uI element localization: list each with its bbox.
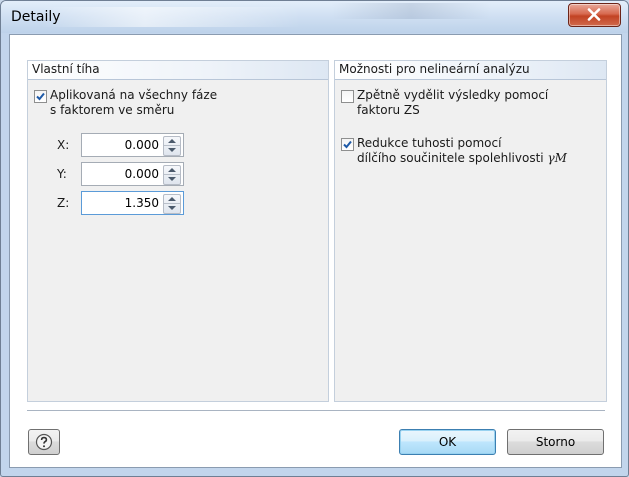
nonlinear-options-group-title: Možnosti pro nelineární analýzu bbox=[339, 62, 530, 76]
divide-results-label-line1: Zpětně vydělit výsledky pomocí bbox=[357, 88, 549, 102]
title-bar[interactable]: Detaily bbox=[1, 1, 628, 33]
axis-x-label: X: bbox=[57, 138, 70, 152]
dialog-content: Vlastní tíha Aplikovaná na všechny fáze … bbox=[9, 34, 622, 468]
cancel-button[interactable]: Storno bbox=[507, 429, 604, 455]
stiffness-reduction-checkbox[interactable] bbox=[341, 138, 354, 151]
self-weight-group: Vlastní tíha Aplikovaná na všechny fáze … bbox=[27, 60, 329, 402]
help-button[interactable] bbox=[28, 429, 60, 455]
self-weight-group-title: Vlastní tíha bbox=[32, 62, 100, 76]
dialog-window: Detaily Vlastní tíha Aplikovaná na všech… bbox=[0, 0, 629, 477]
stiffness-reduction-label-line1: Redukce tuhosti pomocí bbox=[357, 136, 502, 150]
factor-y-spin-buttons[interactable] bbox=[163, 165, 181, 185]
apply-all-phases-label-line1: Aplikovaná na všechny fáze bbox=[50, 88, 218, 102]
factor-z-spinner[interactable]: 1.350 bbox=[81, 191, 184, 215]
axis-z-label: Z: bbox=[57, 196, 70, 210]
factor-z-spin-buttons[interactable] bbox=[163, 194, 181, 214]
spin-down-icon bbox=[168, 177, 176, 181]
close-button[interactable] bbox=[568, 3, 621, 27]
footer-divider bbox=[27, 410, 605, 412]
factor-x-spinner[interactable]: 0.000 bbox=[81, 133, 184, 157]
spin-up-icon bbox=[168, 197, 176, 201]
gamma-m-symbol: γM bbox=[547, 151, 567, 165]
factor-x-value: 0.000 bbox=[124, 138, 159, 152]
self-weight-group-body: Aplikovaná na všechny fáze s faktorem ve… bbox=[28, 80, 328, 401]
axis-y-label: Y: bbox=[57, 167, 67, 181]
nonlinear-options-group: Možnosti pro nelineární analýzu Zpětně v… bbox=[334, 60, 607, 402]
factor-y-value: 0.000 bbox=[124, 167, 159, 181]
stiffness-reduction-label-line2: dílčího součinitele spolehlivosti γM bbox=[357, 151, 567, 166]
close-x-icon bbox=[587, 8, 601, 21]
factor-x-spin-buttons[interactable] bbox=[163, 136, 181, 156]
window-title: Detaily bbox=[11, 9, 61, 25]
help-question-icon bbox=[35, 433, 53, 451]
stiffness-reduction-label-text: dílčího součinitele spolehlivosti bbox=[357, 151, 544, 165]
divide-results-label-line2: faktoru ZS bbox=[357, 103, 420, 117]
spin-up-icon bbox=[168, 139, 176, 143]
factor-z-value: 1.350 bbox=[124, 196, 159, 210]
nonlinear-options-group-body: Zpětně vydělit výsledky pomocí faktoru Z… bbox=[335, 80, 606, 401]
checkmark-icon bbox=[36, 92, 45, 101]
divide-results-checkbox[interactable] bbox=[341, 90, 354, 103]
factor-y-spinner[interactable]: 0.000 bbox=[81, 162, 184, 186]
ok-button[interactable]: OK bbox=[399, 429, 496, 455]
spin-down-icon bbox=[168, 148, 176, 152]
spin-down-icon bbox=[168, 206, 176, 210]
title-bar-glass-decoration bbox=[41, 7, 301, 27]
checkmark-icon bbox=[343, 140, 352, 149]
spin-up-icon bbox=[168, 168, 176, 172]
nonlinear-options-group-header: Možnosti pro nelineární analýzu bbox=[335, 61, 606, 80]
apply-all-phases-checkbox[interactable] bbox=[34, 90, 47, 103]
title-bar-glass-decoration bbox=[331, 3, 491, 19]
self-weight-group-header: Vlastní tíha bbox=[28, 61, 328, 80]
apply-all-phases-label-line2: s faktorem ve směru bbox=[50, 103, 175, 117]
